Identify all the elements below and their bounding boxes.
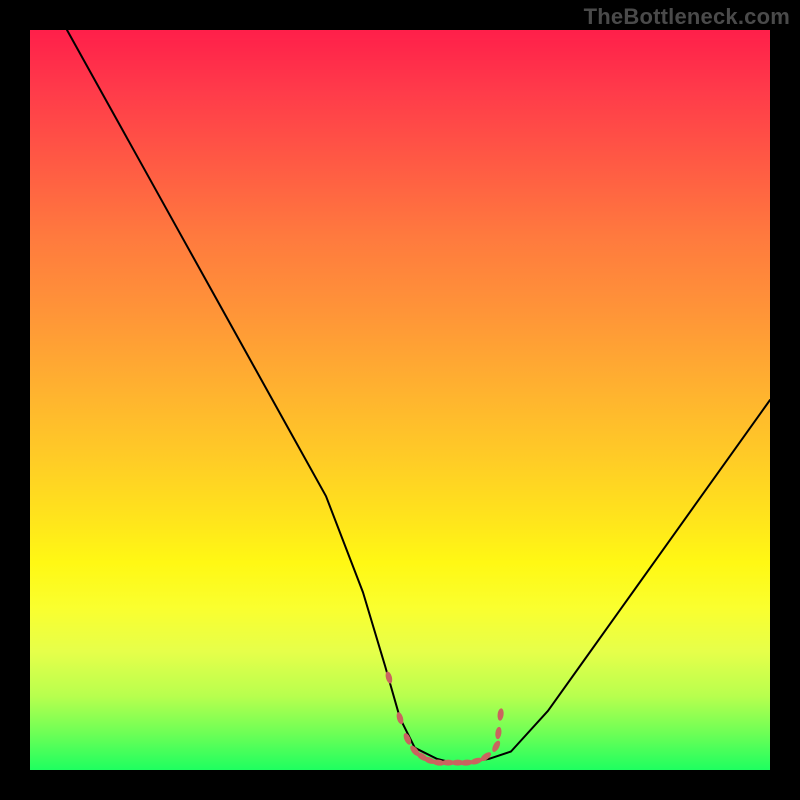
- chart-svg: [30, 30, 770, 770]
- chart-plot-area: [30, 30, 770, 770]
- marker-dot: [491, 739, 502, 753]
- marker-dot: [495, 726, 503, 739]
- marker-dot: [497, 708, 504, 721]
- bottleneck-curve: [67, 30, 770, 763]
- watermark: TheBottleneck.com: [584, 4, 790, 30]
- optimal-zone-markers: [384, 671, 504, 767]
- marker-dot: [384, 671, 393, 685]
